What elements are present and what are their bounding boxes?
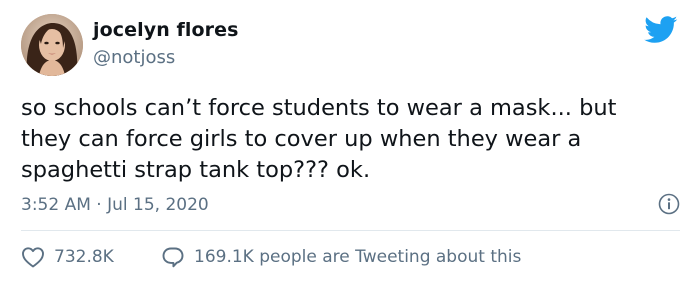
divider bbox=[21, 230, 680, 231]
tweet-text: so schools can’t force students to wear … bbox=[21, 95, 617, 183]
tweeting-about-link[interactable]: 169.1K people are Tweeting about this bbox=[161, 244, 521, 270]
timestamp-link[interactable]: 3:52 AM · Jul 15, 2020 bbox=[21, 195, 209, 215]
tweeting-about-text: 169.1K people are Tweeting about this bbox=[194, 247, 522, 267]
heart-icon bbox=[21, 246, 45, 268]
user-handle[interactable]: @notjoss bbox=[93, 49, 175, 67]
like-count: 732.8K bbox=[54, 247, 114, 267]
info-icon[interactable] bbox=[658, 193, 680, 215]
avatar[interactable] bbox=[21, 14, 83, 76]
tweet-meta: 3:52 AM · Jul 15, 2020 bbox=[21, 193, 680, 217]
display-name[interactable]: jocelyn flores bbox=[93, 21, 239, 40]
speech-bubble-icon bbox=[161, 246, 185, 268]
avatar-image bbox=[21, 14, 83, 76]
engagement-row: 732.8K 169.1K people are Tweeting about … bbox=[21, 244, 681, 270]
like-button[interactable]: 732.8K bbox=[21, 244, 114, 270]
twitter-bird-icon[interactable] bbox=[644, 16, 678, 44]
tweet-card: jocelyn flores @notjoss so schools can’t… bbox=[0, 0, 700, 284]
